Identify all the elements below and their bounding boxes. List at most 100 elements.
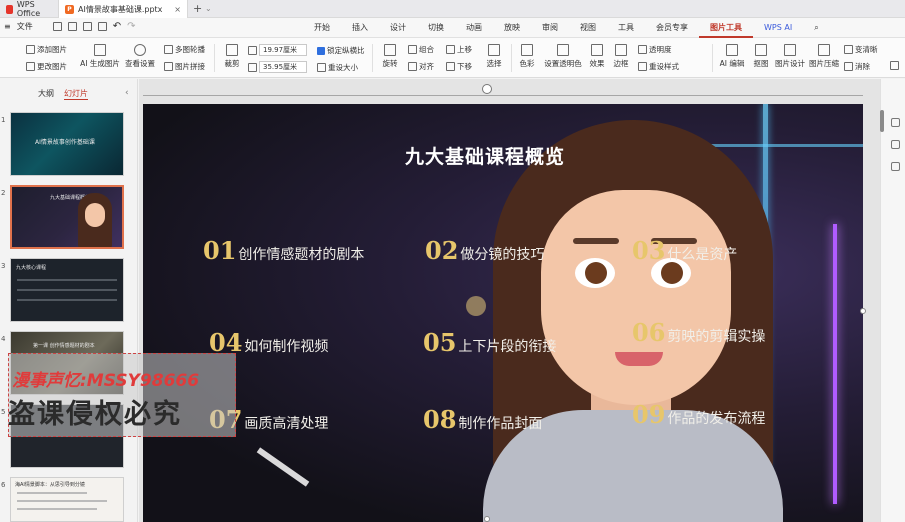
transparency-button[interactable]: 透明度	[638, 44, 672, 55]
close-tab-icon[interactable]: ×	[174, 5, 181, 14]
tab-slides[interactable]: 幻灯片	[64, 88, 88, 100]
course-item-9[interactable]: 09 作品的发布流程	[632, 400, 765, 429]
tab-home[interactable]: 开始	[303, 18, 341, 38]
resize-handle[interactable]	[484, 516, 490, 522]
set-transparent-label: 设置透明色	[544, 59, 582, 68]
select-label: 选择	[486, 59, 502, 68]
more-button[interactable]	[890, 61, 899, 70]
sharpen-icon	[844, 45, 853, 54]
sharpen-button[interactable]: 变清晰	[844, 44, 878, 55]
redo-icon[interactable]: ↷	[127, 21, 135, 32]
set-transparent-color-button[interactable]: 设置透明色	[542, 44, 584, 69]
course-item-2[interactable]: 02 做分镜的技巧	[425, 236, 544, 265]
tab-design[interactable]: 设计	[379, 18, 417, 38]
rotate-icon	[384, 44, 396, 56]
course-item-1[interactable]: 01 创作情感题材的剧本	[203, 236, 364, 265]
app-tab[interactable]: WPS Office	[0, 0, 56, 18]
bring-forward-button[interactable]: 上移	[446, 44, 472, 55]
course-title: 做分镜的技巧	[460, 247, 545, 263]
character-brow	[573, 238, 619, 244]
tab-animations[interactable]: 动画	[455, 18, 493, 38]
slide-thumbnail-3[interactable]: 九大核心课程	[10, 258, 124, 322]
bring-forward-icon	[446, 45, 455, 54]
reset-style-2-button[interactable]: 重设样式	[638, 61, 679, 72]
course-item-8[interactable]: 08 制作作品封面	[423, 405, 542, 434]
sidebar-tool-icon[interactable]	[891, 118, 900, 127]
tab-review[interactable]: 审阅	[531, 18, 569, 38]
carousel-icon	[164, 45, 173, 54]
slide-thumbnail-2[interactable]: 九大基础课程概览	[10, 185, 124, 249]
tab-slideshow[interactable]: 放映	[493, 18, 531, 38]
effects-button[interactable]: 效果	[586, 44, 608, 69]
resize-handle[interactable]	[860, 308, 866, 314]
print-icon[interactable]	[82, 22, 92, 31]
change-picture-button[interactable]: 更改图片	[26, 61, 67, 72]
save-icon[interactable]	[52, 22, 62, 31]
send-backward-icon	[446, 62, 455, 71]
multi-carousel-button[interactable]: 多图轮播	[164, 44, 205, 55]
tab-transitions[interactable]: 切换	[417, 18, 455, 38]
quick-access-toolbar: ≡ 文件 ↶ ↷	[4, 21, 135, 32]
menu-icon[interactable]: ≡	[4, 22, 11, 31]
send-backward-button[interactable]: 下移	[446, 61, 472, 72]
color-button[interactable]: 色彩	[514, 44, 540, 69]
add-picture-icon	[26, 45, 35, 54]
tab-outline[interactable]: 大纲	[38, 88, 54, 100]
watermark-line-2: 盗课侵权必究	[8, 399, 182, 430]
picture-splice-button[interactable]: 图片拼接	[164, 61, 205, 72]
preview-icon[interactable]	[97, 22, 107, 31]
slide-number: 2	[1, 189, 6, 197]
vertical-scrollbar[interactable]	[880, 110, 884, 132]
height-input[interactable]: 35.95厘米	[259, 61, 307, 73]
tab-insert[interactable]: 插入	[341, 18, 379, 38]
ai-generate-label: AI 生成图片	[80, 59, 120, 68]
slide-thumbnail-6[interactable]: 海AI情景脚本：从思引导到分镜	[10, 477, 124, 522]
select-button[interactable]: 选择	[482, 44, 506, 69]
reset-style-button[interactable]: 查看设置	[122, 44, 158, 69]
compress-button[interactable]: 图片压缩	[808, 44, 840, 69]
course-item-3[interactable]: 03 什么是资产	[632, 236, 737, 265]
sidebar-tool-icon[interactable]	[891, 140, 900, 149]
border-button[interactable]: 边框	[610, 44, 632, 69]
tab-view[interactable]: 视图	[569, 18, 607, 38]
rotate-handle-icon[interactable]	[482, 84, 492, 94]
rotate-button[interactable]: 旋转	[376, 44, 404, 69]
reset-size-button[interactable]: 重设大小	[317, 62, 358, 73]
ai-generate-button[interactable]: AI 生成图片	[80, 44, 120, 69]
thumb-title: 九大核心课程	[16, 265, 47, 271]
width-input[interactable]: 19.97厘米	[259, 44, 307, 56]
align-icon	[408, 62, 417, 71]
undo-icon[interactable]: ↶	[113, 21, 121, 32]
tab-tools[interactable]: 工具	[607, 18, 645, 38]
new-tab-icon[interactable]: +	[193, 2, 202, 15]
collapse-panel-icon[interactable]: ‹	[125, 88, 129, 98]
slide-number: 1	[1, 116, 6, 124]
course-item-5[interactable]: 05 上下片段的衔接	[423, 328, 556, 357]
tab-wps-ai[interactable]: WPS AI	[753, 18, 803, 38]
document-tab[interactable]: P AI情景故事基础课.pptx ×	[58, 0, 188, 18]
tab-list-icon[interactable]: ⌄	[205, 4, 212, 13]
slide-thumbnail-1[interactable]: AI情景故事创作基础课	[10, 112, 124, 176]
character-iris	[661, 262, 683, 284]
erase-button[interactable]: 消除	[844, 61, 870, 72]
course-title: 剪映的剪辑实操	[667, 329, 766, 345]
course-item-6[interactable]: 06 剪映的剪辑实操	[632, 318, 765, 347]
wps-logo-icon	[6, 4, 13, 14]
file-menu[interactable]: 文件	[17, 21, 33, 32]
ai-edit-button[interactable]: AI 编辑	[716, 44, 748, 69]
tab-member[interactable]: 会员专享	[645, 18, 699, 38]
group-button[interactable]: 组合	[408, 44, 434, 55]
picture-design-button[interactable]: 图片设计	[774, 44, 806, 69]
open-icon[interactable]	[67, 22, 77, 31]
cutout-button[interactable]: 抠图	[750, 44, 772, 69]
crop-button[interactable]: 裁剪	[220, 44, 244, 69]
slide-title[interactable]: 九大基础课程概览	[405, 142, 605, 169]
course-number: 03	[632, 236, 666, 265]
align-button[interactable]: 对齐	[408, 61, 434, 72]
tab-picture-tools[interactable]: 图片工具	[699, 18, 753, 38]
lock-ratio-checkbox[interactable]: 锁定纵横比	[317, 45, 365, 56]
add-picture-button[interactable]: 添加图片	[26, 44, 67, 55]
search-icon[interactable]: ⌕	[803, 18, 829, 38]
sidebar-tool-icon[interactable]	[891, 162, 900, 171]
height-icon	[248, 62, 257, 72]
